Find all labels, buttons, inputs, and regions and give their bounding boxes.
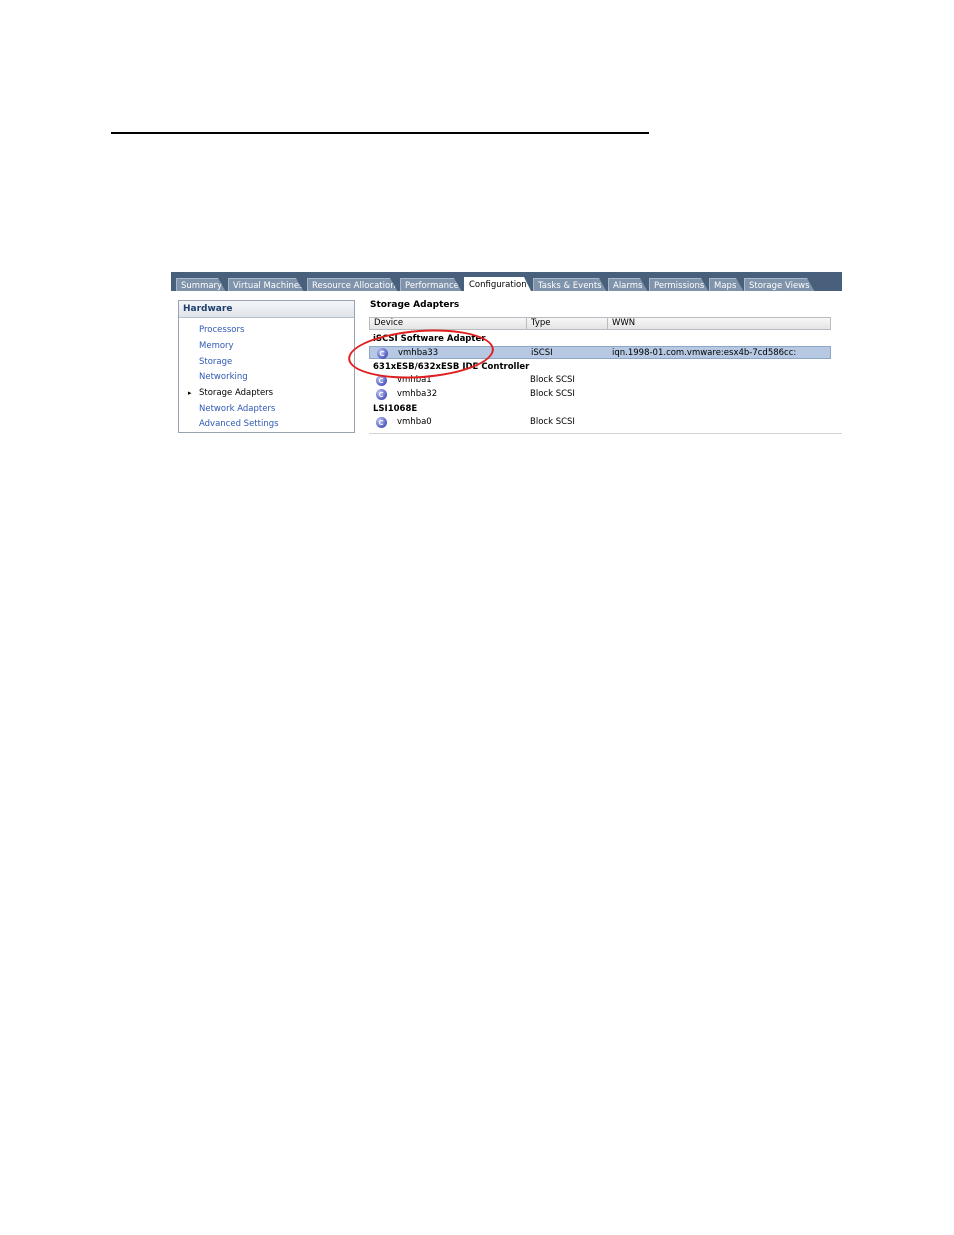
cell-type: iSCSI — [531, 348, 553, 358]
cell-device: vmhba0 — [397, 417, 432, 427]
column-header-device[interactable]: Device — [369, 317, 527, 330]
tab-resource-allocation[interactable]: Resource Allocation — [307, 278, 398, 292]
hardware-link-memory[interactable]: Memory — [199, 341, 234, 351]
vsphere-configuration-screenshot: Summary Virtual Machines Resource Alloca… — [171, 272, 842, 436]
hardware-link-advanced-settings[interactable]: Advanced Settings — [199, 419, 279, 429]
tab-summary[interactable]: Summary — [176, 278, 226, 292]
hardware-panel: Hardware Processors Memory Storage Netwo… — [178, 300, 355, 433]
cell-type: Block SCSI — [530, 375, 575, 385]
column-header-type[interactable]: Type — [526, 317, 608, 330]
tab-tasks-events[interactable]: Tasks & Events — [533, 278, 607, 292]
tab-bar: Summary Virtual Machines Resource Alloca… — [171, 272, 842, 293]
tab-performance[interactable]: Performance — [400, 278, 462, 292]
tab-permissions[interactable]: Permissions — [649, 278, 709, 292]
group-header: LSI1068E — [373, 404, 418, 414]
cell-type: Block SCSI — [530, 389, 575, 399]
selected-bullet-icon: ▸ — [188, 389, 192, 397]
hardware-link-networking[interactable]: Networking — [199, 372, 248, 382]
cell-device: vmhba32 — [397, 389, 438, 399]
tab-virtual-machines[interactable]: Virtual Machines — [228, 278, 304, 292]
tab-storage-views[interactable]: Storage Views — [744, 278, 815, 292]
horizontal-rule — [111, 132, 649, 134]
table-row[interactable]: vmhba0 Block SCSI — [369, 416, 831, 429]
table-row[interactable]: vmhba32 Block SCSI — [369, 388, 831, 401]
cell-type: Block SCSI — [530, 417, 575, 427]
tab-alarms[interactable]: Alarms — [608, 278, 648, 292]
storage-adapters-title: Storage Adapters — [370, 300, 460, 310]
storage-adapter-icon — [376, 389, 387, 400]
hardware-panel-title: Hardware — [179, 301, 354, 318]
cell-wwn: iqn.1998-01.com.vmware:esx4b-7cd586cc: — [612, 348, 797, 358]
hardware-link-storage[interactable]: Storage — [199, 357, 232, 367]
column-header-wwn[interactable]: WWN — [607, 317, 831, 330]
tab-configuration[interactable]: Configuration — [464, 277, 532, 293]
hardware-link-network-adapters[interactable]: Network Adapters — [199, 404, 275, 414]
tab-maps[interactable]: Maps — [709, 278, 744, 292]
storage-adapter-icon — [376, 417, 387, 428]
hardware-link-processors[interactable]: Processors — [199, 325, 244, 335]
hardware-link-storage-adapters[interactable]: Storage Adapters — [199, 388, 273, 398]
